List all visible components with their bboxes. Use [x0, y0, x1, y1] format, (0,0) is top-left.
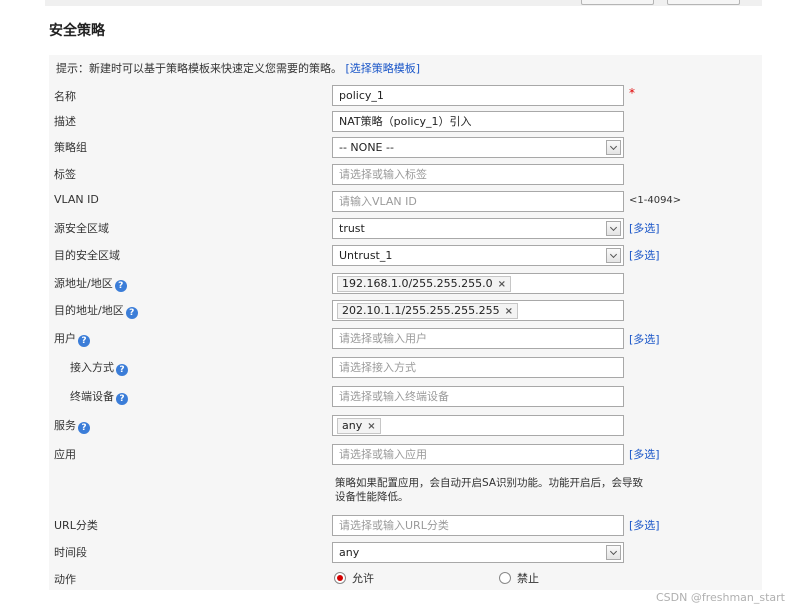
- service-label: 服务?: [54, 417, 90, 434]
- close-icon[interactable]: ×: [498, 279, 506, 290]
- hint-text: 提示：新建时可以基于策略模板来快速定义您需要的策略。: [56, 62, 342, 75]
- tag-text: 192.168.1.0/255.255.255.0: [342, 277, 493, 290]
- vlan-label: VLAN ID: [54, 193, 99, 206]
- app-input[interactable]: 请选择或输入应用: [332, 444, 624, 465]
- help-icon[interactable]: ?: [116, 364, 128, 376]
- top-toolbar: [45, 0, 762, 6]
- access-mode-label: 接入方式?: [70, 359, 128, 376]
- action-permit-radio[interactable]: 允许: [334, 570, 374, 586]
- src-addr-input[interactable]: 192.168.1.0/255.255.255.0 ×: [332, 273, 624, 294]
- chevron-down-icon[interactable]: [606, 248, 621, 263]
- help-icon[interactable]: ?: [125, 307, 138, 319]
- page-title: 安全策略: [49, 23, 105, 39]
- dst-addr-tag: 202.10.1.1/255.255.255.255 ×: [337, 303, 519, 319]
- select-template-link[interactable]: [选择策略模板]: [346, 62, 421, 75]
- schedule-select[interactable]: any: [332, 542, 624, 563]
- src-addr-tag: 192.168.1.0/255.255.255.0 ×: [337, 276, 512, 292]
- description-label: 描述: [54, 115, 76, 128]
- user-label: 用户?: [54, 330, 90, 347]
- app-label: 应用: [54, 448, 76, 461]
- service-label-text: 服务: [54, 419, 76, 432]
- src-addr-label: 源地址/地区?: [54, 275, 127, 292]
- policy-form: 提示：新建时可以基于策略模板来快速定义您需要的策略。 [选择策略模板] 名称 p…: [49, 55, 762, 590]
- url-label: URL分类: [54, 519, 98, 532]
- policy-group-select[interactable]: -- NONE --: [332, 137, 624, 158]
- help-icon[interactable]: ?: [114, 280, 127, 292]
- app-multi-link[interactable]: [多选]: [629, 446, 660, 462]
- app-note: 策略如果配置应用，会自动开启SA识别功能。功能开启后，会导致设备性能降低。: [335, 477, 644, 503]
- user-input[interactable]: 请选择或输入用户: [332, 328, 624, 349]
- service-input[interactable]: any ×: [332, 415, 624, 436]
- tag-label: 标签: [54, 168, 76, 181]
- tag-text: 202.10.1.1/255.255.255.255: [342, 304, 500, 317]
- user-label-text: 用户: [54, 332, 76, 345]
- tag-text: any: [342, 419, 363, 432]
- description-input[interactable]: NAT策略（policy_1）引入: [332, 111, 624, 132]
- close-icon[interactable]: ×: [505, 306, 513, 317]
- help-icon[interactable]: ?: [78, 335, 90, 347]
- vlan-input[interactable]: 请输入VLAN ID: [332, 191, 624, 212]
- radio-unselected-icon[interactable]: [499, 572, 511, 584]
- url-multi-link[interactable]: [多选]: [629, 517, 660, 533]
- name-label: 名称: [54, 90, 76, 103]
- chevron-down-icon[interactable]: [606, 545, 621, 560]
- watermark: CSDN @freshman_start: [655, 591, 785, 604]
- chevron-down-icon[interactable]: [606, 140, 621, 155]
- src-addr-label-text: 源地址/地区: [54, 277, 113, 290]
- action-label: 动作: [54, 573, 76, 586]
- dst-addr-input[interactable]: 202.10.1.1/255.255.255.255 ×: [332, 300, 624, 321]
- action-deny-label: 禁止: [517, 572, 539, 585]
- action-permit-label: 允许: [352, 572, 374, 585]
- access-mode-label-text: 接入方式: [70, 361, 114, 374]
- url-input[interactable]: 请选择或输入URL分类: [332, 515, 624, 536]
- help-icon[interactable]: ?: [78, 422, 90, 434]
- terminal-input[interactable]: 请选择或输入终端设备: [332, 386, 624, 407]
- chevron-down-icon[interactable]: [606, 221, 621, 236]
- access-mode-input[interactable]: 请选择接入方式: [332, 357, 624, 378]
- dst-addr-label: 目的地址/地区?: [54, 302, 138, 319]
- dst-zone-value: Untrust_1: [339, 249, 393, 262]
- src-zone-label: 源安全区域: [54, 222, 109, 235]
- dst-zone-multi-link[interactable]: [多选]: [629, 247, 660, 263]
- action-deny-radio[interactable]: 禁止: [499, 570, 539, 586]
- help-icon[interactable]: ?: [116, 393, 128, 405]
- required-mark: *: [629, 86, 635, 100]
- user-multi-link[interactable]: [多选]: [629, 331, 660, 347]
- terminal-label: 终端设备?: [70, 388, 128, 405]
- src-zone-multi-link[interactable]: [多选]: [629, 220, 660, 236]
- terminal-label-text: 终端设备: [70, 390, 114, 403]
- dst-zone-label: 目的安全区域: [54, 249, 120, 262]
- dst-zone-select[interactable]: Untrust_1: [332, 245, 624, 266]
- dst-addr-label-text: 目的地址/地区: [54, 304, 124, 317]
- policy-group-label: 策略组: [54, 141, 87, 154]
- close-icon[interactable]: ×: [367, 421, 375, 432]
- service-tag: any ×: [337, 418, 381, 434]
- toolbar-button[interactable]: [581, 0, 654, 5]
- tag-input[interactable]: 请选择或输入标签: [332, 164, 624, 185]
- schedule-label: 时间段: [54, 546, 87, 559]
- toolbar-button[interactable]: [667, 0, 740, 5]
- src-zone-value: trust: [339, 222, 365, 235]
- vlan-range: <1-4094>: [629, 195, 682, 206]
- radio-selected-icon[interactable]: [334, 572, 346, 584]
- name-input[interactable]: policy_1: [332, 85, 624, 106]
- schedule-value: any: [339, 546, 360, 559]
- policy-group-value: -- NONE --: [339, 141, 394, 154]
- src-zone-select[interactable]: trust: [332, 218, 624, 239]
- hint: 提示：新建时可以基于策略模板来快速定义您需要的策略。 [选择策略模板]: [56, 60, 420, 76]
